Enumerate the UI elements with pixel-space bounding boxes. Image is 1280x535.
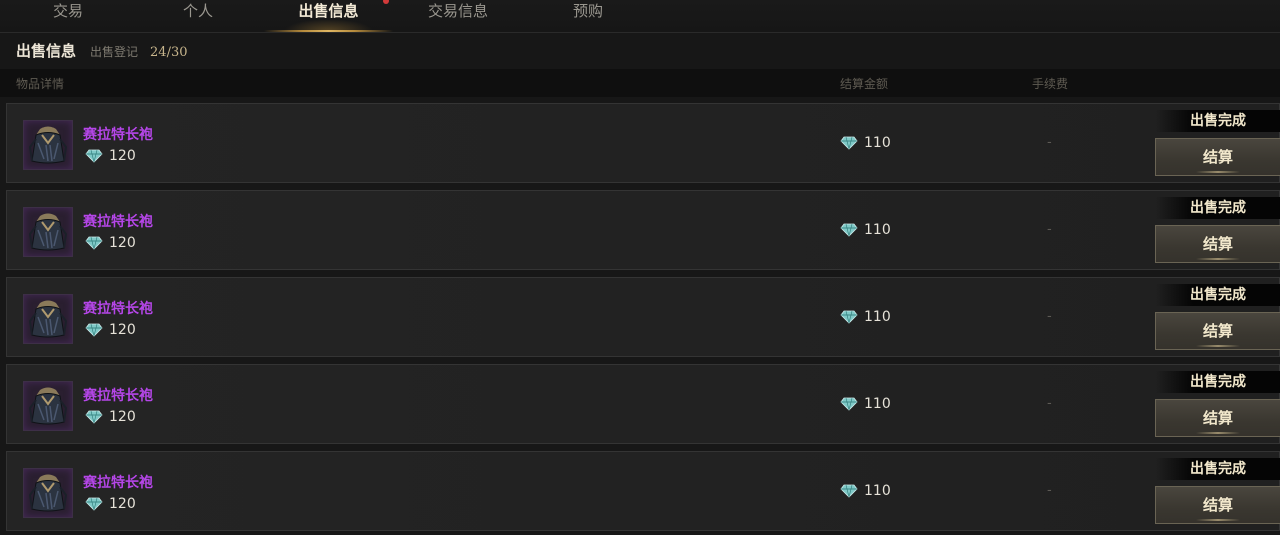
- item-price-value: 120: [109, 148, 136, 164]
- sale-row: 赛拉特长袍 120 110 - 出售完成 结算: [6, 277, 1280, 357]
- diamond-icon: [840, 397, 858, 411]
- diamond-icon: [85, 236, 103, 250]
- settlement-value: 110: [864, 135, 891, 151]
- item-price: 120: [85, 496, 136, 512]
- diamond-icon: [840, 223, 858, 237]
- robe-icon[interactable]: [23, 120, 73, 170]
- column-fee: 手续费: [1032, 77, 1069, 91]
- item-price-value: 120: [109, 235, 136, 251]
- diamond-icon: [840, 136, 858, 150]
- settlement-amount: 110: [840, 396, 891, 412]
- sale-row: 赛拉特长袍 120 110 - 出售完成 结算: [6, 364, 1280, 444]
- robe-icon[interactable]: [23, 468, 73, 518]
- fee-value: -: [1047, 396, 1052, 411]
- sale-row: 赛拉特长袍 120 110 - 出售完成 结算: [6, 190, 1280, 270]
- column-header: 物品详情 结算金额 手续费: [0, 69, 1280, 97]
- section-title: 出售信息: [16, 42, 77, 60]
- diamond-icon: [85, 323, 103, 337]
- tab-trade[interactable]: 交易: [28, 0, 108, 31]
- diamond-icon: [85, 497, 103, 511]
- tab-trade-info[interactable]: 交易信息: [408, 0, 508, 31]
- fee-value: -: [1047, 483, 1052, 498]
- robe-icon[interactable]: [23, 381, 73, 431]
- diamond-icon: [85, 149, 103, 163]
- tab-personal[interactable]: 个人: [158, 0, 238, 31]
- settlement-amount: 110: [840, 135, 891, 151]
- column-item-details: 物品详情: [16, 77, 65, 91]
- section-header: 出售信息 出售登记 24/30: [16, 40, 188, 62]
- status-badge: 出售完成: [1155, 458, 1280, 480]
- settle-button[interactable]: 结算: [1155, 225, 1280, 263]
- item-name: 赛拉特长袍: [83, 214, 153, 230]
- sale-row: 赛拉特长袍 120 110 - 出售完成 结算: [6, 103, 1280, 183]
- sale-row: 赛拉特长袍 120 110 - 出售完成 结算: [6, 451, 1280, 531]
- item-price-value: 120: [109, 496, 136, 512]
- item-price-value: 120: [109, 409, 136, 425]
- fee-value: -: [1047, 309, 1052, 324]
- column-settlement-amount: 结算金额: [840, 77, 889, 91]
- item-price: 120: [85, 322, 136, 338]
- tab-sale-info[interactable]: 出售信息: [264, 0, 393, 32]
- diamond-icon: [840, 310, 858, 324]
- item-price-value: 120: [109, 322, 136, 338]
- robe-icon[interactable]: [23, 294, 73, 344]
- diamond-icon: [85, 410, 103, 424]
- robe-icon[interactable]: [23, 207, 73, 257]
- item-price: 120: [85, 235, 136, 251]
- settle-button[interactable]: 结算: [1155, 312, 1280, 350]
- status-badge: 出售完成: [1155, 110, 1280, 132]
- fee-value: -: [1047, 222, 1052, 237]
- item-name: 赛拉特长袍: [83, 475, 153, 491]
- registration-count: 24/30: [150, 45, 188, 60]
- settle-button[interactable]: 结算: [1155, 138, 1280, 176]
- tab-bar: 交易 个人 出售信息 交易信息 预购: [0, 0, 1280, 33]
- status-badge: 出售完成: [1155, 284, 1280, 306]
- settlement-amount: 110: [840, 309, 891, 325]
- registration-label: 出售登记: [90, 45, 139, 59]
- status-badge: 出售完成: [1155, 197, 1280, 219]
- settlement-amount: 110: [840, 222, 891, 238]
- settle-button[interactable]: 结算: [1155, 399, 1280, 437]
- item-name: 赛拉特长袍: [83, 127, 153, 143]
- settlement-amount: 110: [840, 483, 891, 499]
- item-price: 120: [85, 148, 136, 164]
- item-name: 赛拉特长袍: [83, 301, 153, 317]
- settlement-value: 110: [864, 396, 891, 412]
- settlement-value: 110: [864, 483, 891, 499]
- item-name: 赛拉特长袍: [83, 388, 153, 404]
- tab-preorder[interactable]: 预购: [548, 0, 628, 31]
- fee-value: -: [1047, 135, 1052, 150]
- settlement-value: 110: [864, 222, 891, 238]
- settlement-value: 110: [864, 309, 891, 325]
- status-badge: 出售完成: [1155, 371, 1280, 393]
- settle-button[interactable]: 结算: [1155, 486, 1280, 524]
- diamond-icon: [840, 484, 858, 498]
- item-price: 120: [85, 409, 136, 425]
